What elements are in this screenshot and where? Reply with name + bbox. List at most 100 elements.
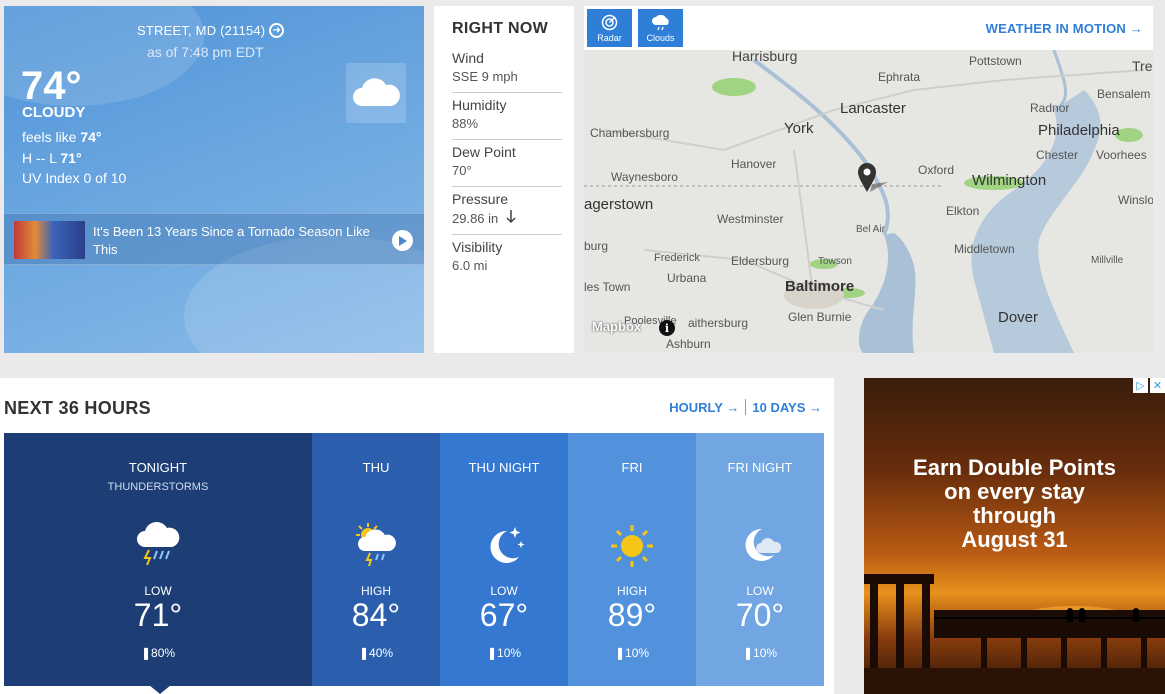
next-36-hours-title: NEXT 36 HOURS <box>4 398 151 418</box>
feels-like: feels like 74° <box>22 129 102 145</box>
map-place: agerstown <box>584 196 654 213</box>
forecast-period-thu[interactable]: THU HIGH 84° ❚40% <box>312 433 440 686</box>
raindrop-icon: ❚ <box>614 646 626 660</box>
forecast-period-fri[interactable]: FRI HIGH 89° ❚10% <box>568 433 696 686</box>
location-pin-icon[interactable] <box>856 162 890 199</box>
sunny-icon <box>568 521 696 571</box>
map-place: Glen Burnie <box>788 310 852 324</box>
map-place: Waynesboro <box>611 170 678 184</box>
map-place: Millville <box>1091 255 1124 266</box>
map-place: Wilmington <box>972 172 1047 189</box>
advertisement[interactable]: ▷ ✕ Earn Double Points on every stay thr… <box>864 378 1165 694</box>
hourly-label: HOURLY <box>669 399 723 415</box>
period-precip: ❚10% <box>440 646 568 660</box>
selected-period-pointer <box>149 685 171 694</box>
pressure-item: Pressure 29.86 in <box>452 187 562 235</box>
map-place: les Town <box>584 280 631 294</box>
weather-in-motion-link[interactable]: WEATHER IN MOTION → <box>986 21 1143 36</box>
period-high-low-label: LOW <box>746 584 774 598</box>
map-place: Frederick <box>654 252 700 264</box>
period-condition: THUNDERSTORMS <box>107 481 209 493</box>
map-place: Ashburn <box>666 337 711 351</box>
humidity-value: 88% <box>452 116 479 131</box>
forecast-period-tonight[interactable]: TONIGHT THUNDERSTORMS LOW 71° ❚80% <box>4 433 312 694</box>
period-high-low-label: HIGH <box>617 584 647 598</box>
period-precip: ❚10% <box>696 646 824 660</box>
forecast-periods: TONIGHT THUNDERSTORMS LOW 71° ❚80% THU H… <box>4 433 824 694</box>
period-name: THU <box>362 460 390 475</box>
wind-item: Wind SSE 9 mph <box>452 46 562 93</box>
dew-point-item: Dew Point 70° <box>452 140 562 187</box>
location-link[interactable]: STREET, MD (21154) ➜ <box>137 23 285 38</box>
ten-days-label: 10 DAYS <box>752 399 806 415</box>
partly-cloudy-night-icon <box>696 521 824 571</box>
period-temperature: 67° <box>479 597 529 633</box>
observation-time: as of 7:48 pm EDT <box>147 44 264 60</box>
wind-label: Wind <box>452 50 484 66</box>
hourly-link[interactable]: HOURLY → <box>669 400 739 415</box>
link-divider <box>745 399 747 415</box>
period-name: FRI <box>621 460 643 475</box>
clouds-button[interactable]: Clouds <box>638 9 683 47</box>
radar-button[interactable]: Radar <box>587 9 632 47</box>
video-thumbnail[interactable] <box>14 221 85 259</box>
period-precip: ❚40% <box>312 646 440 660</box>
raindrop-icon: ❚ <box>140 646 152 660</box>
forecast-period-thu-night[interactable]: THU NIGHT LOW 67° ❚10% <box>440 433 568 686</box>
info-icon[interactable]: i <box>659 320 675 336</box>
radar-icon <box>601 14 618 33</box>
period-precip: ❚10% <box>568 646 696 660</box>
raindrop-icon: ❚ <box>358 646 370 660</box>
weather-in-motion-label: WEATHER IN MOTION <box>985 21 1126 36</box>
map-place: aithersburg <box>688 316 749 330</box>
play-icon[interactable] <box>392 230 413 251</box>
map-place: Urbana <box>667 271 707 285</box>
map-place: Bel Air <box>856 224 885 235</box>
map-place: Hanover <box>731 157 777 171</box>
current-temperature: 74° <box>21 64 82 108</box>
ten-days-link[interactable]: 10 DAYS → <box>752 400 822 415</box>
period-name: THU NIGHT <box>468 460 540 475</box>
map-place: Westminster <box>717 212 784 226</box>
hi-lo-label: H -- L <box>22 150 57 166</box>
period-temperature: 71° <box>133 597 183 633</box>
video-promo[interactable]: It's Been 13 Years Since a Tornado Seaso… <box>4 213 424 265</box>
period-temperature: 89° <box>607 597 657 633</box>
pressure-row: 29.86 in <box>452 210 562 226</box>
clear-night-icon <box>440 521 568 571</box>
arrow-right-icon: → <box>726 399 740 415</box>
ad-pier-image <box>864 574 1165 694</box>
scattered-thunderstorms-icon <box>312 521 440 571</box>
map-place: Lancaster <box>840 100 906 117</box>
arrow-right-circle-icon: ➜ <box>269 23 285 38</box>
period-name: TONIGHT <box>128 460 188 475</box>
map-place: Baltimore <box>785 278 855 295</box>
period-precip: ❚80% <box>4 646 312 660</box>
map-place: Towson <box>818 256 852 267</box>
forecast-period-fri-night[interactable]: FRI NIGHT LOW 70° ❚10% <box>696 433 824 686</box>
map-place: Eldersburg <box>731 254 790 268</box>
period-high-low-label: LOW <box>490 584 518 598</box>
period-high-low-label: LOW <box>144 584 172 598</box>
map-place: Voorhees <box>1096 148 1147 162</box>
map-place: York <box>784 120 814 137</box>
pressure-label: Pressure <box>452 191 509 207</box>
radar-label: Radar <box>597 33 622 43</box>
visibility-value: 6.0 mi <box>452 258 488 273</box>
thunderstorm-icon <box>4 521 312 571</box>
visibility-label: Visibility <box>452 239 503 255</box>
period-name: FRI NIGHT <box>727 460 793 475</box>
map-place: Ephrata <box>878 70 921 84</box>
dew-point-value: 70° <box>452 163 472 178</box>
map-place: Bensalem <box>1097 87 1151 101</box>
uv-index: UV Index 0 of 10 <box>22 170 127 186</box>
raindrop-icon: ❚ <box>486 646 498 660</box>
wind-value: SSE 9 mph <box>452 69 518 84</box>
precip-value: 10% <box>753 646 778 660</box>
video-title[interactable]: It's Been 13 Years Since a Tornado Seaso… <box>93 223 383 259</box>
humidity-item: Humidity 88% <box>452 93 562 140</box>
map-canvas[interactable]: Harrisburg Pottstown Tre Ephrata Radnor … <box>584 48 1153 353</box>
dew-point-label: Dew Point <box>452 144 516 160</box>
period-temperature: 70° <box>735 597 785 633</box>
map-place: Middletown <box>954 242 1015 256</box>
